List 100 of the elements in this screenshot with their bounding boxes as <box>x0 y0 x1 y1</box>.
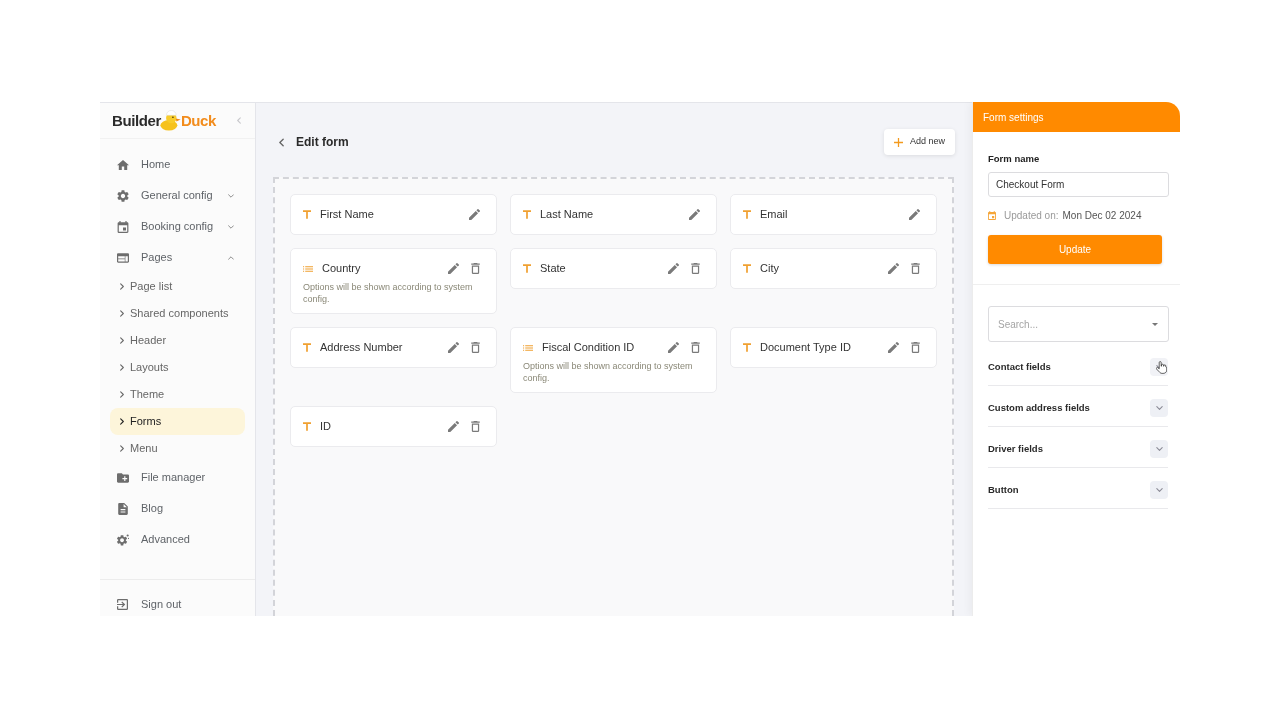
section-title: Driver fields <box>988 441 1043 456</box>
page-title: Edit form <box>296 134 349 151</box>
text-type-icon <box>523 264 531 273</box>
field-label: ID <box>320 419 331 435</box>
search-select[interactable]: Search... <box>988 306 1169 342</box>
hand-cursor-icon <box>1156 361 1167 374</box>
duck-icon <box>159 110 181 131</box>
trash-icon[interactable] <box>691 263 700 274</box>
nav-subitem[interactable]: Shared components <box>110 300 245 327</box>
field-card[interactable]: State <box>510 248 717 289</box>
pencil-icon[interactable] <box>469 209 480 220</box>
logo-text: Builder <box>112 113 161 128</box>
nav-item[interactable]: Advanced <box>110 524 245 555</box>
chevron-right-icon <box>120 310 124 317</box>
text-type-icon <box>303 210 311 219</box>
field-label: City <box>760 261 779 277</box>
text-type-icon <box>303 422 311 431</box>
layout-icon <box>117 251 129 264</box>
trash-icon[interactable] <box>691 342 700 353</box>
text-type-icon <box>743 210 751 219</box>
field-card[interactable]: Email <box>730 194 937 235</box>
chevron-right-icon <box>120 418 124 425</box>
pencil-icon[interactable] <box>448 421 459 432</box>
sign-out-item[interactable]: Sign out <box>110 592 245 616</box>
add-new-button[interactable]: Add new <box>883 129 955 155</box>
gear-sparkle-icon <box>117 533 129 546</box>
pencil-icon[interactable] <box>888 342 899 353</box>
field-label: Form name <box>988 153 1041 165</box>
pencil-icon[interactable] <box>668 263 679 274</box>
chevron-right-icon <box>120 337 124 344</box>
chevron-right-icon <box>120 391 124 398</box>
field-card[interactable]: Document Type ID <box>730 327 937 368</box>
chevron-right-icon <box>120 364 124 371</box>
sign-out-icon <box>117 598 128 610</box>
field-label: Email <box>760 207 788 223</box>
pencil-icon[interactable] <box>448 342 459 353</box>
caret-down-icon <box>1152 323 1158 326</box>
logo-text: Duck <box>180 113 216 128</box>
nav-item[interactable]: File manager <box>110 462 245 493</box>
nav-item[interactable]: Blog <box>110 493 245 524</box>
nav-subitem[interactable]: Header <box>110 327 245 354</box>
trash-icon[interactable] <box>911 342 920 353</box>
trash-icon[interactable] <box>471 263 480 274</box>
list-icon <box>303 265 313 272</box>
field-card[interactable]: Address Number <box>290 327 497 368</box>
nav-subitem[interactable]: Menu <box>110 435 245 462</box>
updated-label: Updated on: <box>1004 208 1059 223</box>
field-card[interactable]: Fiscal Condition ID Options will be shown according to system config. <box>510 327 717 393</box>
nav-subitem[interactable]: Theme <box>110 381 245 408</box>
pencil-icon[interactable] <box>668 342 679 353</box>
calendar-icon <box>988 210 996 220</box>
gear-icon <box>117 189 129 202</box>
field-description: Options will be shown according to system config. <box>303 281 473 305</box>
nav-item[interactable]: Booking config <box>110 211 245 242</box>
field-label: Country <box>322 261 361 277</box>
text-type-icon <box>523 210 531 219</box>
section-title: Contact fields <box>988 359 1051 374</box>
field-description: Options will be shown according to system config. <box>523 360 693 384</box>
field-card[interactable]: Country Options will be shown according to system config. <box>290 248 497 314</box>
form-name-field[interactable]: Checkout Form <box>988 172 1169 197</box>
chevron-right-icon <box>120 283 124 290</box>
field-card[interactable]: First Name <box>290 194 497 235</box>
trash-icon[interactable] <box>911 263 920 274</box>
field-label: First Name <box>320 207 374 223</box>
home-icon <box>117 158 129 171</box>
calendar-icon <box>117 220 129 233</box>
nav-item[interactable]: Home <box>110 149 245 180</box>
nav-item[interactable]: General config <box>110 180 245 211</box>
pencil-icon[interactable] <box>909 209 920 220</box>
field-label: Fiscal Condition ID <box>542 340 635 356</box>
updated-date: Mon Dec 02 2024 <box>1062 208 1142 223</box>
text-type-icon <box>743 343 751 352</box>
trash-icon[interactable] <box>471 342 480 353</box>
field-label: Address Number <box>320 340 403 356</box>
list-icon <box>523 344 533 351</box>
field-label: Last Name <box>540 207 594 223</box>
section-title: Custom address fields <box>988 400 1090 415</box>
chevron-right-icon <box>120 445 124 452</box>
panel-title: Form settings <box>983 110 1044 125</box>
document-icon <box>117 502 129 515</box>
pencil-icon[interactable] <box>448 263 459 274</box>
pencil-icon[interactable] <box>888 263 899 274</box>
nav-subitem[interactable]: Layouts <box>110 354 245 381</box>
plus-icon <box>893 137 903 147</box>
trash-icon[interactable] <box>471 421 480 432</box>
pencil-icon[interactable] <box>689 209 700 220</box>
text-type-icon <box>303 343 311 352</box>
nav-item[interactable]: Pages <box>110 242 245 273</box>
field-label: State <box>540 261 566 277</box>
field-card[interactable]: Last Name <box>510 194 717 235</box>
chevron-left-icon[interactable] <box>279 137 284 147</box>
section-title: Button <box>988 482 1019 497</box>
text-type-icon <box>743 264 751 273</box>
nav-subitem[interactable]: Page list <box>110 273 245 300</box>
field-card[interactable]: ID <box>290 406 497 447</box>
field-label: Document Type ID <box>760 340 851 356</box>
nav-subitem[interactable]: Forms <box>110 408 245 435</box>
expand-button[interactable] <box>1150 358 1168 376</box>
folder-icon <box>117 471 129 484</box>
field-card[interactable]: City <box>730 248 937 289</box>
